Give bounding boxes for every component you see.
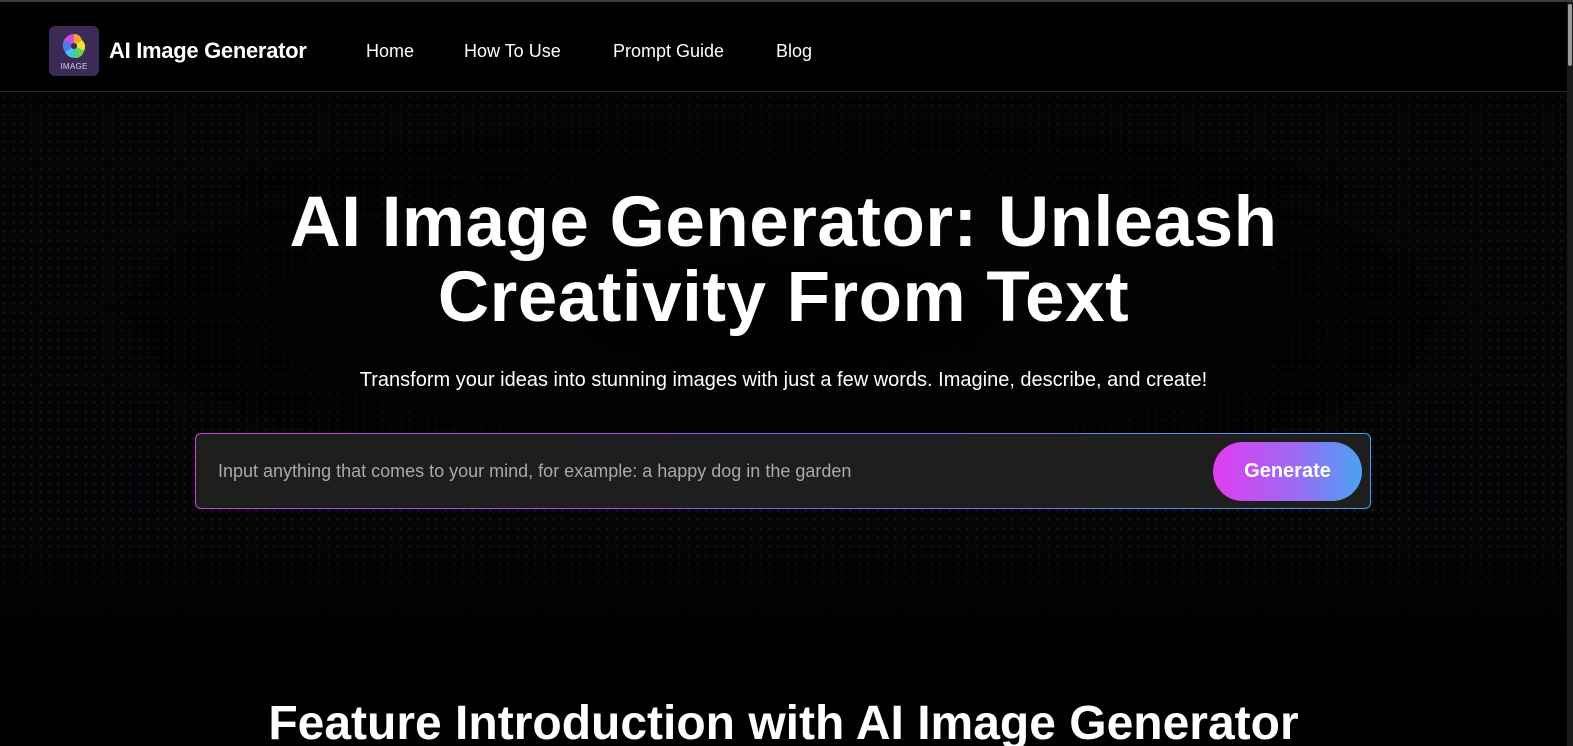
svg-text:IMAGE: IMAGE	[60, 62, 87, 71]
rainbow-spiral-logo-icon[interactable]: IMAGE	[49, 26, 99, 76]
nav-prompt-guide[interactable]: Prompt Guide	[613, 41, 724, 62]
prompt-box: Generate	[195, 433, 1371, 509]
prompt-input[interactable]	[218, 434, 1198, 508]
page: IMAGE AI Image Generator Home How To Use…	[0, 0, 1573, 746]
nav-blog[interactable]: Blog	[776, 41, 812, 62]
nav-home[interactable]: Home	[366, 41, 414, 62]
hero-title-line-2: Creativity From Text	[437, 258, 1130, 337]
features-heading: Feature Introduction with AI Image Gener…	[268, 697, 1299, 746]
prompt-box-inner: Generate	[196, 434, 1370, 508]
hero-subtitle: Transform your ideas into stunning image…	[359, 369, 1208, 391]
hero-title-line-1: AI Image Generator: Unleash	[289, 183, 1278, 262]
site-header: IMAGE AI Image Generator Home How To Use…	[0, 2, 1567, 92]
generate-button[interactable]: Generate	[1213, 442, 1362, 501]
scrollbar-thumb[interactable]	[1568, 4, 1572, 66]
brand-name[interactable]: AI Image Generator	[109, 38, 307, 64]
hero-title: AI Image Generator: Unleash Creativity F…	[0, 185, 1567, 335]
nav-how-to-use[interactable]: How To Use	[464, 41, 561, 62]
page-scrollbar[interactable]	[1567, 2, 1573, 746]
